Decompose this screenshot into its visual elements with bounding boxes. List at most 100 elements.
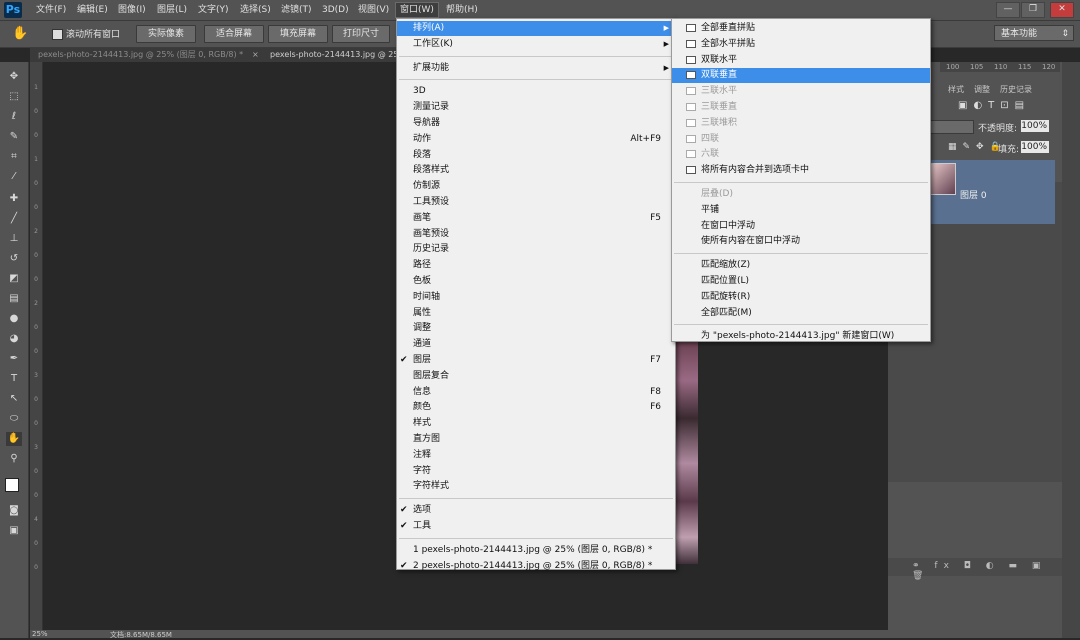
window-menu-item[interactable]: 时间轴	[397, 290, 675, 305]
tab-styles[interactable]: 样式	[948, 84, 964, 95]
window-menu-item[interactable]: 1 pexels-photo-2144413.jpg @ 25% (图层 0, …	[397, 543, 675, 558]
restore-icon[interactable]: ❐	[1021, 2, 1045, 18]
layer-filter-icons[interactable]: ▣◐T⊡▤	[958, 100, 1030, 111]
history-brush-icon[interactable]: ↺	[6, 252, 22, 266]
window-menu-item[interactable]: 路径	[397, 258, 675, 273]
arrange-menu-item[interactable]: 匹配位置(L)	[672, 274, 930, 289]
layer-actions-icons[interactable]: ⚭ fx ◘ ◐ ▬ ▣ 🗑	[912, 561, 1062, 581]
window-menu-item[interactable]: 颜色 F6	[397, 400, 675, 415]
minimize-icon[interactable]: —	[996, 2, 1020, 18]
arrange-menu-item[interactable]: 全部匹配(M)	[672, 306, 930, 321]
crop-icon[interactable]: ⌗	[6, 150, 22, 164]
arrange-menu-item[interactable]: 双联水平	[672, 53, 930, 68]
window-menu-item[interactable]: 段落	[397, 148, 675, 163]
window-menu-item[interactable]: ✔ 图层 F7	[397, 353, 675, 368]
dodge-icon[interactable]: ◕	[6, 332, 22, 346]
opacity-input[interactable]: 100%	[1021, 120, 1049, 132]
window-menu-item[interactable]: 历史记录	[397, 242, 675, 257]
blend-mode-select[interactable]	[930, 120, 974, 134]
menu-filter[interactable]: 滤镜(T)	[281, 3, 312, 17]
window-menu-item[interactable]: 通道	[397, 337, 675, 352]
arrange-menu-item[interactable]: 全部垂直拼贴	[672, 21, 930, 36]
eraser-icon[interactable]: ◩	[6, 272, 22, 286]
arrange-menu-item[interactable]: 平铺	[672, 203, 930, 218]
arrange-menu-item[interactable]: 使所有内容在窗口中浮动	[672, 234, 930, 249]
tab-document-1[interactable]: pexels-photo-2144413.jpg @ 25% (图层 0, RG…	[38, 48, 243, 62]
window-menu-item[interactable]: 工具预设	[397, 195, 675, 210]
arrange-menu-item[interactable]: 将所有内容合并到选项卡中	[672, 163, 930, 178]
brush-icon[interactable]: ╱	[6, 212, 22, 226]
window-menu-item[interactable]: 仿制源	[397, 179, 675, 194]
layer-name[interactable]: 图层 0	[960, 188, 987, 201]
menu-type[interactable]: 文字(Y)	[198, 3, 229, 17]
window-menu-item[interactable]: 段落样式	[397, 163, 675, 178]
window-menu-item[interactable]: 信息 F8	[397, 385, 675, 400]
stamp-icon[interactable]: ⊥	[6, 232, 22, 246]
fill-input[interactable]: 100%	[1021, 141, 1049, 153]
window-menu-item[interactable]: 扩展功能 ▶	[397, 61, 675, 76]
quick-select-icon[interactable]: ✎	[6, 130, 22, 144]
window-menu-item[interactable]: 字符样式	[397, 479, 675, 494]
window-menu-item[interactable]: 属性	[397, 306, 675, 321]
lasso-icon[interactable]: ℓ	[6, 110, 22, 124]
menu-file[interactable]: 文件(F)	[36, 3, 66, 17]
window-menu-item[interactable]: 直方图	[397, 432, 675, 447]
window-menu-item[interactable]: 导航器	[397, 116, 675, 131]
tab-history[interactable]: 历史记录	[1000, 84, 1032, 95]
zoom-icon[interactable]: ⚲	[6, 452, 22, 466]
window-menu-item[interactable]: ✔ 2 pexels-photo-2144413.jpg @ 25% (图层 0,…	[397, 559, 675, 574]
hand-icon[interactable]: ✋	[6, 432, 22, 446]
window-menu-item[interactable]: 样式	[397, 416, 675, 431]
window-menu-item[interactable]: 调整	[397, 321, 675, 336]
scroll-all-checkbox[interactable]	[52, 29, 63, 40]
panel-collapse-strip[interactable]	[1062, 62, 1080, 638]
close-icon[interactable]: ✕	[1050, 2, 1074, 18]
tab-close-icon[interactable]: ×	[252, 48, 259, 62]
pen-icon[interactable]: ✒	[6, 352, 22, 366]
print-size-button[interactable]: 打印尺寸	[332, 25, 390, 43]
window-menu-item[interactable]: 3D	[397, 84, 675, 99]
zoom-level[interactable]: 25%	[32, 630, 48, 638]
window-menu-item[interactable]: 图层复合	[397, 369, 675, 384]
fit-screen-button[interactable]: 适合屏幕	[204, 25, 264, 43]
arrange-menu-item[interactable]: 为 "pexels-photo-2144413.jpg" 新建窗口(W)	[672, 329, 930, 344]
arrange-menu-item[interactable]: 匹配旋转(R)	[672, 290, 930, 305]
window-menu-item[interactable]: 字符	[397, 464, 675, 479]
move-icon[interactable]: ✥	[6, 70, 22, 84]
menu-layer[interactable]: 图层(L)	[157, 3, 187, 17]
healing-icon[interactable]: ✚	[6, 192, 22, 206]
window-menu-item[interactable]: 测量记录	[397, 100, 675, 115]
arrange-menu-item[interactable]: 在窗口中浮动	[672, 219, 930, 234]
actual-pixels-button[interactable]: 实际像素	[136, 25, 196, 43]
menu-window[interactable]: 窗口(W)	[395, 2, 439, 18]
type-icon[interactable]: T	[6, 372, 22, 386]
window-menu-item[interactable]: 排列(A) ▶	[397, 21, 675, 36]
window-menu-item[interactable]: 工作区(K) ▶	[397, 37, 675, 52]
arrange-menu-item[interactable]: 双联垂直	[672, 68, 930, 84]
window-menu-item[interactable]: 注释	[397, 448, 675, 463]
window-menu-item[interactable]: 画笔 F5	[397, 211, 675, 226]
blur-icon[interactable]: ●	[6, 312, 22, 326]
arrange-menu-item[interactable]: 全部水平拼贴	[672, 37, 930, 52]
window-menu-item[interactable]: ✔ 工具	[397, 519, 675, 534]
path-select-icon[interactable]: ↖	[6, 392, 22, 406]
window-menu-item[interactable]: 动作 Alt+F9	[397, 132, 675, 147]
fill-screen-button[interactable]: 填充屏幕	[268, 25, 328, 43]
foreground-color-swatch[interactable]	[5, 478, 19, 492]
hand-tool-icon[interactable]: ✋	[12, 26, 28, 41]
workspace-select[interactable]: 基本功能 ⇕	[994, 25, 1074, 41]
menu-3d[interactable]: 3D(D)	[322, 3, 349, 17]
quick-mask-icon[interactable]: ◙	[6, 504, 22, 518]
gradient-icon[interactable]: ▤	[6, 292, 22, 306]
window-menu-item[interactable]: 画笔预设	[397, 227, 675, 242]
screen-mode-icon[interactable]: ▣	[6, 524, 22, 538]
menu-select[interactable]: 选择(S)	[240, 3, 271, 17]
window-menu-item[interactable]: ✔ 选项	[397, 503, 675, 518]
arrange-menu-item[interactable]: 匹配缩放(Z)	[672, 258, 930, 273]
menu-edit[interactable]: 编辑(E)	[77, 3, 108, 17]
menu-image[interactable]: 图像(I)	[118, 3, 146, 17]
window-menu-item[interactable]: 色板	[397, 274, 675, 289]
eyedropper-icon[interactable]: ⁄	[6, 170, 22, 184]
menu-view[interactable]: 视图(V)	[358, 3, 389, 17]
tab-adjustments[interactable]: 调整	[974, 84, 990, 95]
